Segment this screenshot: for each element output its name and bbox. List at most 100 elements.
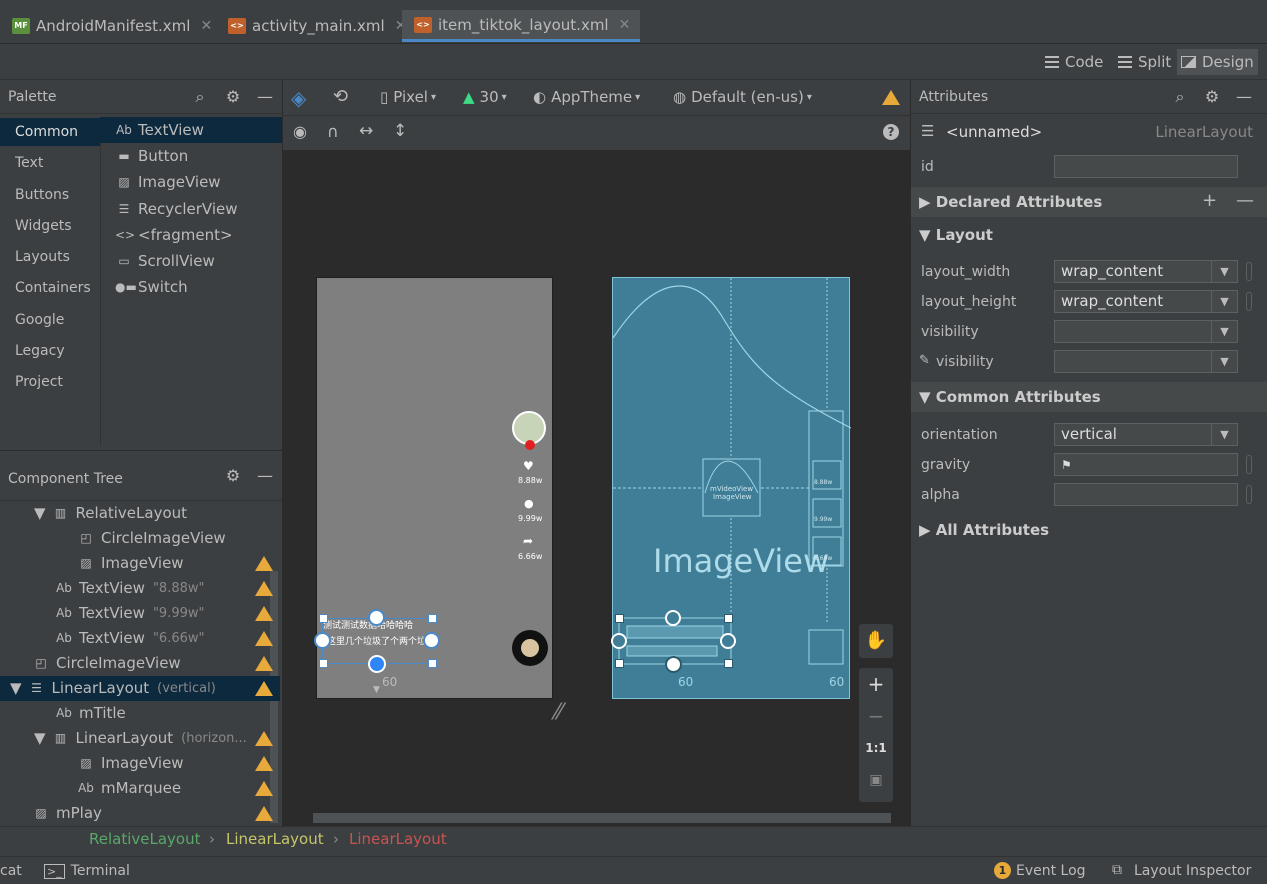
id-field[interactable] bbox=[1054, 155, 1238, 178]
gear-icon[interactable]: ⚙ bbox=[1203, 88, 1221, 106]
tree-row-imageview[interactable]: ▨ ImageView bbox=[77, 551, 183, 576]
resource-picker-button[interactable] bbox=[1246, 455, 1252, 474]
constraint-anchor[interactable] bbox=[611, 633, 627, 649]
category-google[interactable]: Google bbox=[0, 306, 100, 334]
palette-item-textview[interactable]: Ab TextView bbox=[100, 117, 282, 143]
eye-icon[interactable]: ◉ bbox=[293, 122, 307, 141]
category-containers[interactable]: Containers bbox=[0, 274, 100, 302]
category-common[interactable]: Common bbox=[0, 118, 100, 146]
layout-width-dropdown[interactable]: wrap_content ▼ bbox=[1054, 260, 1238, 283]
constraint-anchor-active[interactable] bbox=[368, 655, 386, 673]
orientation-dropdown[interactable]: vertical ▼ bbox=[1054, 423, 1238, 446]
resize-handle[interactable] bbox=[319, 659, 328, 668]
layout-inspector-tab[interactable]: Layout Inspector bbox=[1134, 863, 1251, 879]
warning-icon[interactable] bbox=[255, 731, 273, 746]
tree-row-mplay[interactable]: ▨ mPlay bbox=[32, 801, 102, 826]
breadcrumb-item[interactable]: LinearLayout bbox=[226, 830, 324, 848]
warning-icon[interactable] bbox=[255, 806, 273, 821]
tree-row-mmarquee[interactable]: Ab mMarquee bbox=[77, 776, 181, 801]
tree-row-relativelayout[interactable]: ▼ ▥ RelativeLayout bbox=[34, 501, 187, 526]
warning-icon[interactable] bbox=[255, 681, 273, 696]
palette-item-recyclerview[interactable]: ☰ RecyclerView bbox=[100, 196, 282, 222]
resize-handle[interactable] bbox=[428, 659, 437, 668]
alpha-field[interactable] bbox=[1054, 483, 1238, 506]
category-project[interactable]: Project bbox=[0, 368, 100, 396]
search-icon[interactable]: ⌕ bbox=[1171, 88, 1189, 106]
music-disc[interactable] bbox=[512, 630, 548, 666]
resize-handle[interactable] bbox=[724, 614, 733, 623]
category-buttons[interactable]: Buttons bbox=[0, 181, 100, 209]
warning-icon[interactable] bbox=[255, 656, 273, 671]
expand-arrow-icon[interactable]: ▼ bbox=[10, 676, 22, 701]
remove-attribute-icon[interactable]: — bbox=[1236, 190, 1254, 211]
tree-row-mtitle[interactable]: Ab mTitle bbox=[55, 701, 126, 726]
expand-arrow-icon[interactable]: ▼ bbox=[34, 726, 46, 751]
warning-icon[interactable] bbox=[255, 781, 273, 796]
tree-row-textview[interactable]: Ab TextView "8.88w" bbox=[55, 576, 204, 601]
section-all-attributes[interactable]: ▶ All Attributes bbox=[911, 515, 1267, 545]
tree-row-linearlayout-horizontal[interactable]: ▼ ▥ LinearLayout (horizon... bbox=[34, 726, 247, 751]
palette-item-imageview[interactable]: ▨ ImageView bbox=[100, 169, 282, 195]
magnet-icon[interactable]: ∩ bbox=[327, 122, 339, 141]
pan-hand-button[interactable]: ✋ bbox=[859, 624, 893, 658]
tree-row-imageview[interactable]: ▨ ImageView bbox=[77, 751, 183, 776]
add-attribute-icon[interactable]: + bbox=[1202, 190, 1217, 211]
resize-handle[interactable] bbox=[615, 614, 624, 623]
follow-badge[interactable] bbox=[525, 440, 535, 450]
constraint-anchor[interactable] bbox=[423, 632, 440, 649]
warning-icon[interactable] bbox=[255, 756, 273, 771]
resource-picker-button[interactable] bbox=[1246, 292, 1252, 311]
gear-icon[interactable]: ⚙ bbox=[224, 467, 242, 485]
palette-item-switch[interactable]: ●▬ Switch bbox=[100, 274, 282, 300]
minimize-icon[interactable]: — bbox=[1235, 88, 1253, 106]
category-layouts[interactable]: Layouts bbox=[0, 243, 100, 271]
section-common-attributes[interactable]: ▼ Common Attributes bbox=[911, 382, 1267, 412]
close-icon[interactable]: ✕ bbox=[619, 17, 631, 33]
logcat-tab[interactable]: cat bbox=[0, 863, 22, 879]
warning-icon[interactable] bbox=[255, 606, 273, 621]
design-mode-button[interactable]: Design bbox=[1177, 49, 1258, 75]
help-icon[interactable]: ? bbox=[883, 124, 899, 140]
gravity-field[interactable]: ⚑ bbox=[1054, 453, 1238, 476]
zoom-fit-button[interactable]: ▣ bbox=[859, 764, 893, 796]
horizontal-arrows-icon[interactable]: ↔ bbox=[359, 121, 373, 141]
design-preview[interactable]: ♥ 8.88w ● 9.99w ➦ 6.66w 测试测试数据哈哈哈哈 这里几个垃… bbox=[314, 277, 553, 699]
event-log-tab[interactable]: Event Log bbox=[1016, 863, 1086, 879]
constraint-anchor[interactable] bbox=[665, 610, 681, 626]
vertical-arrows-icon[interactable]: ↕ bbox=[393, 121, 407, 141]
minimize-icon[interactable]: — bbox=[256, 467, 274, 485]
device-dropdown[interactable]: ▯ Pixel ▾ bbox=[380, 88, 436, 106]
visibility-dropdown[interactable]: ▼ bbox=[1054, 320, 1238, 343]
expand-arrow-icon[interactable]: ▼ bbox=[34, 501, 46, 526]
resize-corner-icon[interactable]: ⁄⁄ bbox=[555, 700, 562, 725]
layers-icon[interactable]: ◈ bbox=[291, 86, 313, 110]
category-text[interactable]: Text bbox=[0, 149, 100, 177]
tree-row-linearlayout-selected[interactable]: ▼ ☰ LinearLayout (vertical) bbox=[10, 676, 216, 701]
resource-picker-button[interactable] bbox=[1246, 485, 1252, 504]
section-layout[interactable]: ▼ Layout bbox=[911, 220, 1267, 250]
warning-icon[interactable] bbox=[255, 631, 273, 646]
heart-icon[interactable]: ♥ bbox=[523, 459, 534, 473]
resize-handle[interactable] bbox=[724, 659, 733, 668]
tools-visibility-dropdown[interactable]: ▼ bbox=[1054, 350, 1238, 373]
tab-android-manifest[interactable]: MF AndroidManifest.xml ✕ bbox=[12, 10, 212, 42]
zoom-in-button[interactable]: + bbox=[859, 668, 893, 700]
close-icon[interactable]: ✕ bbox=[200, 18, 212, 34]
search-icon[interactable]: ⌕ bbox=[191, 88, 209, 106]
warning-icon[interactable] bbox=[255, 556, 273, 571]
code-mode-button[interactable]: Code bbox=[1041, 50, 1107, 74]
tree-row-circleimageview[interactable]: ◰ CircleImageView bbox=[32, 651, 180, 676]
palette-item-scrollview[interactable]: ▭ ScrollView bbox=[100, 248, 282, 274]
split-mode-button[interactable]: Split bbox=[1114, 50, 1175, 74]
theme-dropdown[interactable]: ◐ AppTheme ▾ bbox=[533, 88, 640, 106]
share-icon[interactable]: ➦ bbox=[523, 534, 533, 548]
gear-icon[interactable]: ⚙ bbox=[224, 88, 242, 106]
api-dropdown[interactable]: ▲ 30 ▾ bbox=[463, 88, 507, 106]
constraint-anchor[interactable] bbox=[368, 609, 385, 626]
terminal-tab[interactable]: >_ Terminal bbox=[44, 863, 130, 879]
minimize-icon[interactable]: — bbox=[256, 88, 274, 106]
tab-item-tiktok-layout[interactable]: <> item_tiktok_layout.xml ✕ bbox=[402, 10, 641, 42]
comment-icon[interactable]: ● bbox=[524, 497, 534, 510]
resize-handle[interactable] bbox=[319, 614, 328, 623]
palette-item-fragment[interactable]: <> <fragment> bbox=[100, 222, 282, 248]
